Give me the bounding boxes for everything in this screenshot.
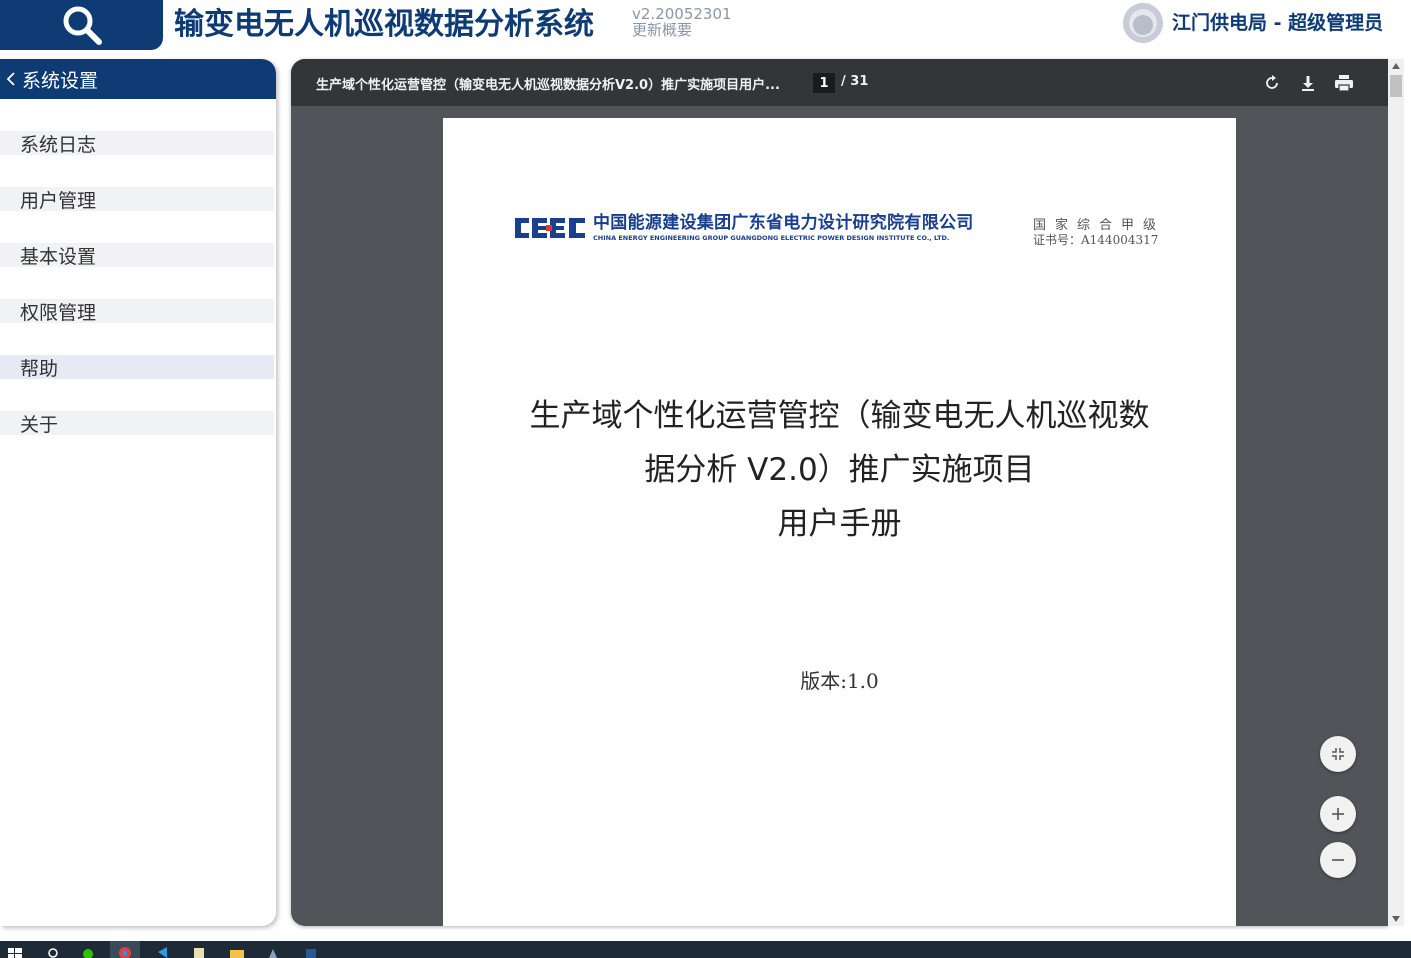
windows-start-icon[interactable]	[6, 944, 24, 958]
company-logo: 中国能源建设集团广东省电力设计研究院有限公司 CHINA ENERGY ENGI…	[513, 214, 974, 242]
zoom-out-button[interactable]	[1320, 842, 1356, 878]
document-heading-line-2: 据分析 V2.0）推广实施项目	[644, 452, 1035, 488]
zoom-in-button[interactable]	[1320, 796, 1356, 832]
pdf-viewer: 生产域个性化运营管控（输变电无人机巡视数据分析V2.0）推广实施项目用户... …	[291, 59, 1388, 926]
app-header: 输变电无人机巡视数据分析系统 v2.20052301 更新概要 江门供电局 - …	[0, 0, 1411, 58]
word-icon[interactable]	[302, 944, 320, 958]
minus-icon	[1332, 859, 1344, 861]
sidebar-item-system-log[interactable]: 系统日志	[0, 131, 274, 156]
sidebar-section-title: 系统设置	[22, 69, 99, 92]
sidebar: 系统设置 系统日志 用户管理 基本设置 权限管理 帮助 关于	[0, 59, 276, 926]
sidebar-item-label: 系统日志	[20, 133, 97, 156]
fit-to-page-icon	[1332, 748, 1344, 760]
sidebar-item-label: 帮助	[20, 357, 59, 380]
update-notes-link[interactable]: 更新概要	[632, 22, 692, 39]
tool-icon[interactable]	[264, 944, 282, 958]
sidebar-item-user-management[interactable]: 用户管理	[0, 187, 274, 212]
plus-icon	[1332, 808, 1344, 820]
chevron-left-icon	[4, 70, 18, 88]
sidebar-item-permissions[interactable]: 权限管理	[0, 299, 274, 324]
fit-page-button[interactable]	[1320, 736, 1356, 772]
company-name-cn: 中国能源建设集团广东省电力设计研究院有限公司	[593, 213, 974, 233]
folder-icon[interactable]	[228, 944, 246, 958]
wechat-icon[interactable]	[80, 944, 98, 958]
pdf-page: 中国能源建设集团广东省电力设计研究院有限公司 CHINA ENERGY ENGI…	[443, 118, 1236, 926]
sidebar-item-basic-settings[interactable]: 基本设置	[0, 243, 274, 268]
page-total: / 31	[841, 74, 869, 89]
sidebar-section-header[interactable]: 系统设置	[0, 59, 276, 99]
pdf-toolbar: 生产域个性化运营管控（输变电无人机巡视数据分析V2.0）推广实施项目用户... …	[291, 59, 1388, 106]
vscode-icon[interactable]	[154, 944, 172, 958]
sidebar-item-label: 基本设置	[20, 245, 97, 268]
sidebar-item-label: 关于	[20, 413, 59, 436]
os-taskbar	[0, 941, 1411, 958]
company-name-en: CHINA ENERGY ENGINEERING GROUP GUANGDONG…	[593, 234, 950, 242]
rotate-button[interactable]	[1261, 72, 1283, 94]
certificate-number: 证书号：A144004317	[1033, 233, 1159, 247]
user-name-label[interactable]: 江门供电局 - 超级管理员	[1172, 10, 1383, 36]
chrome-icon	[119, 947, 131, 958]
download-icon	[1302, 76, 1314, 91]
ceec-logo-icon	[515, 218, 585, 238]
document-version: 版本:1.0	[800, 669, 879, 693]
download-button[interactable]	[1297, 72, 1319, 94]
sidebar-item-about[interactable]: 关于	[0, 411, 274, 436]
scroll-down-arrow-icon[interactable]	[1388, 912, 1404, 926]
rotate-icon	[1266, 75, 1278, 89]
search-button[interactable]	[0, 0, 163, 50]
sidebar-item-label: 权限管理	[20, 301, 97, 324]
scroll-up-arrow-icon[interactable]	[1388, 59, 1404, 73]
app-title: 输变电无人机巡视数据分析系统	[174, 7, 594, 42]
document-heading-line-3: 用户手册	[777, 506, 902, 542]
document-heading-line-1: 生产域个性化运营管控（输变电无人机巡视数	[529, 398, 1150, 434]
sidebar-item-help[interactable]: 帮助	[0, 355, 274, 380]
notepad-icon[interactable]	[190, 944, 208, 958]
printer-icon	[1335, 75, 1353, 92]
taskbar-browser-active[interactable]	[110, 941, 140, 958]
page-scrollbar[interactable]	[1388, 59, 1404, 926]
print-button[interactable]	[1333, 72, 1355, 94]
scrollbar-thumb[interactable]	[1390, 75, 1402, 97]
taskbar-search-icon[interactable]	[44, 944, 62, 958]
document-title: 生产域个性化运营管控（输变电无人机巡视数据分析V2.0）推广实施项目用户...	[316, 78, 780, 93]
avatar[interactable]	[1123, 3, 1163, 43]
sidebar-item-label: 用户管理	[20, 189, 97, 212]
search-icon	[63, 6, 102, 45]
page-number-input[interactable]: 1	[813, 73, 835, 93]
